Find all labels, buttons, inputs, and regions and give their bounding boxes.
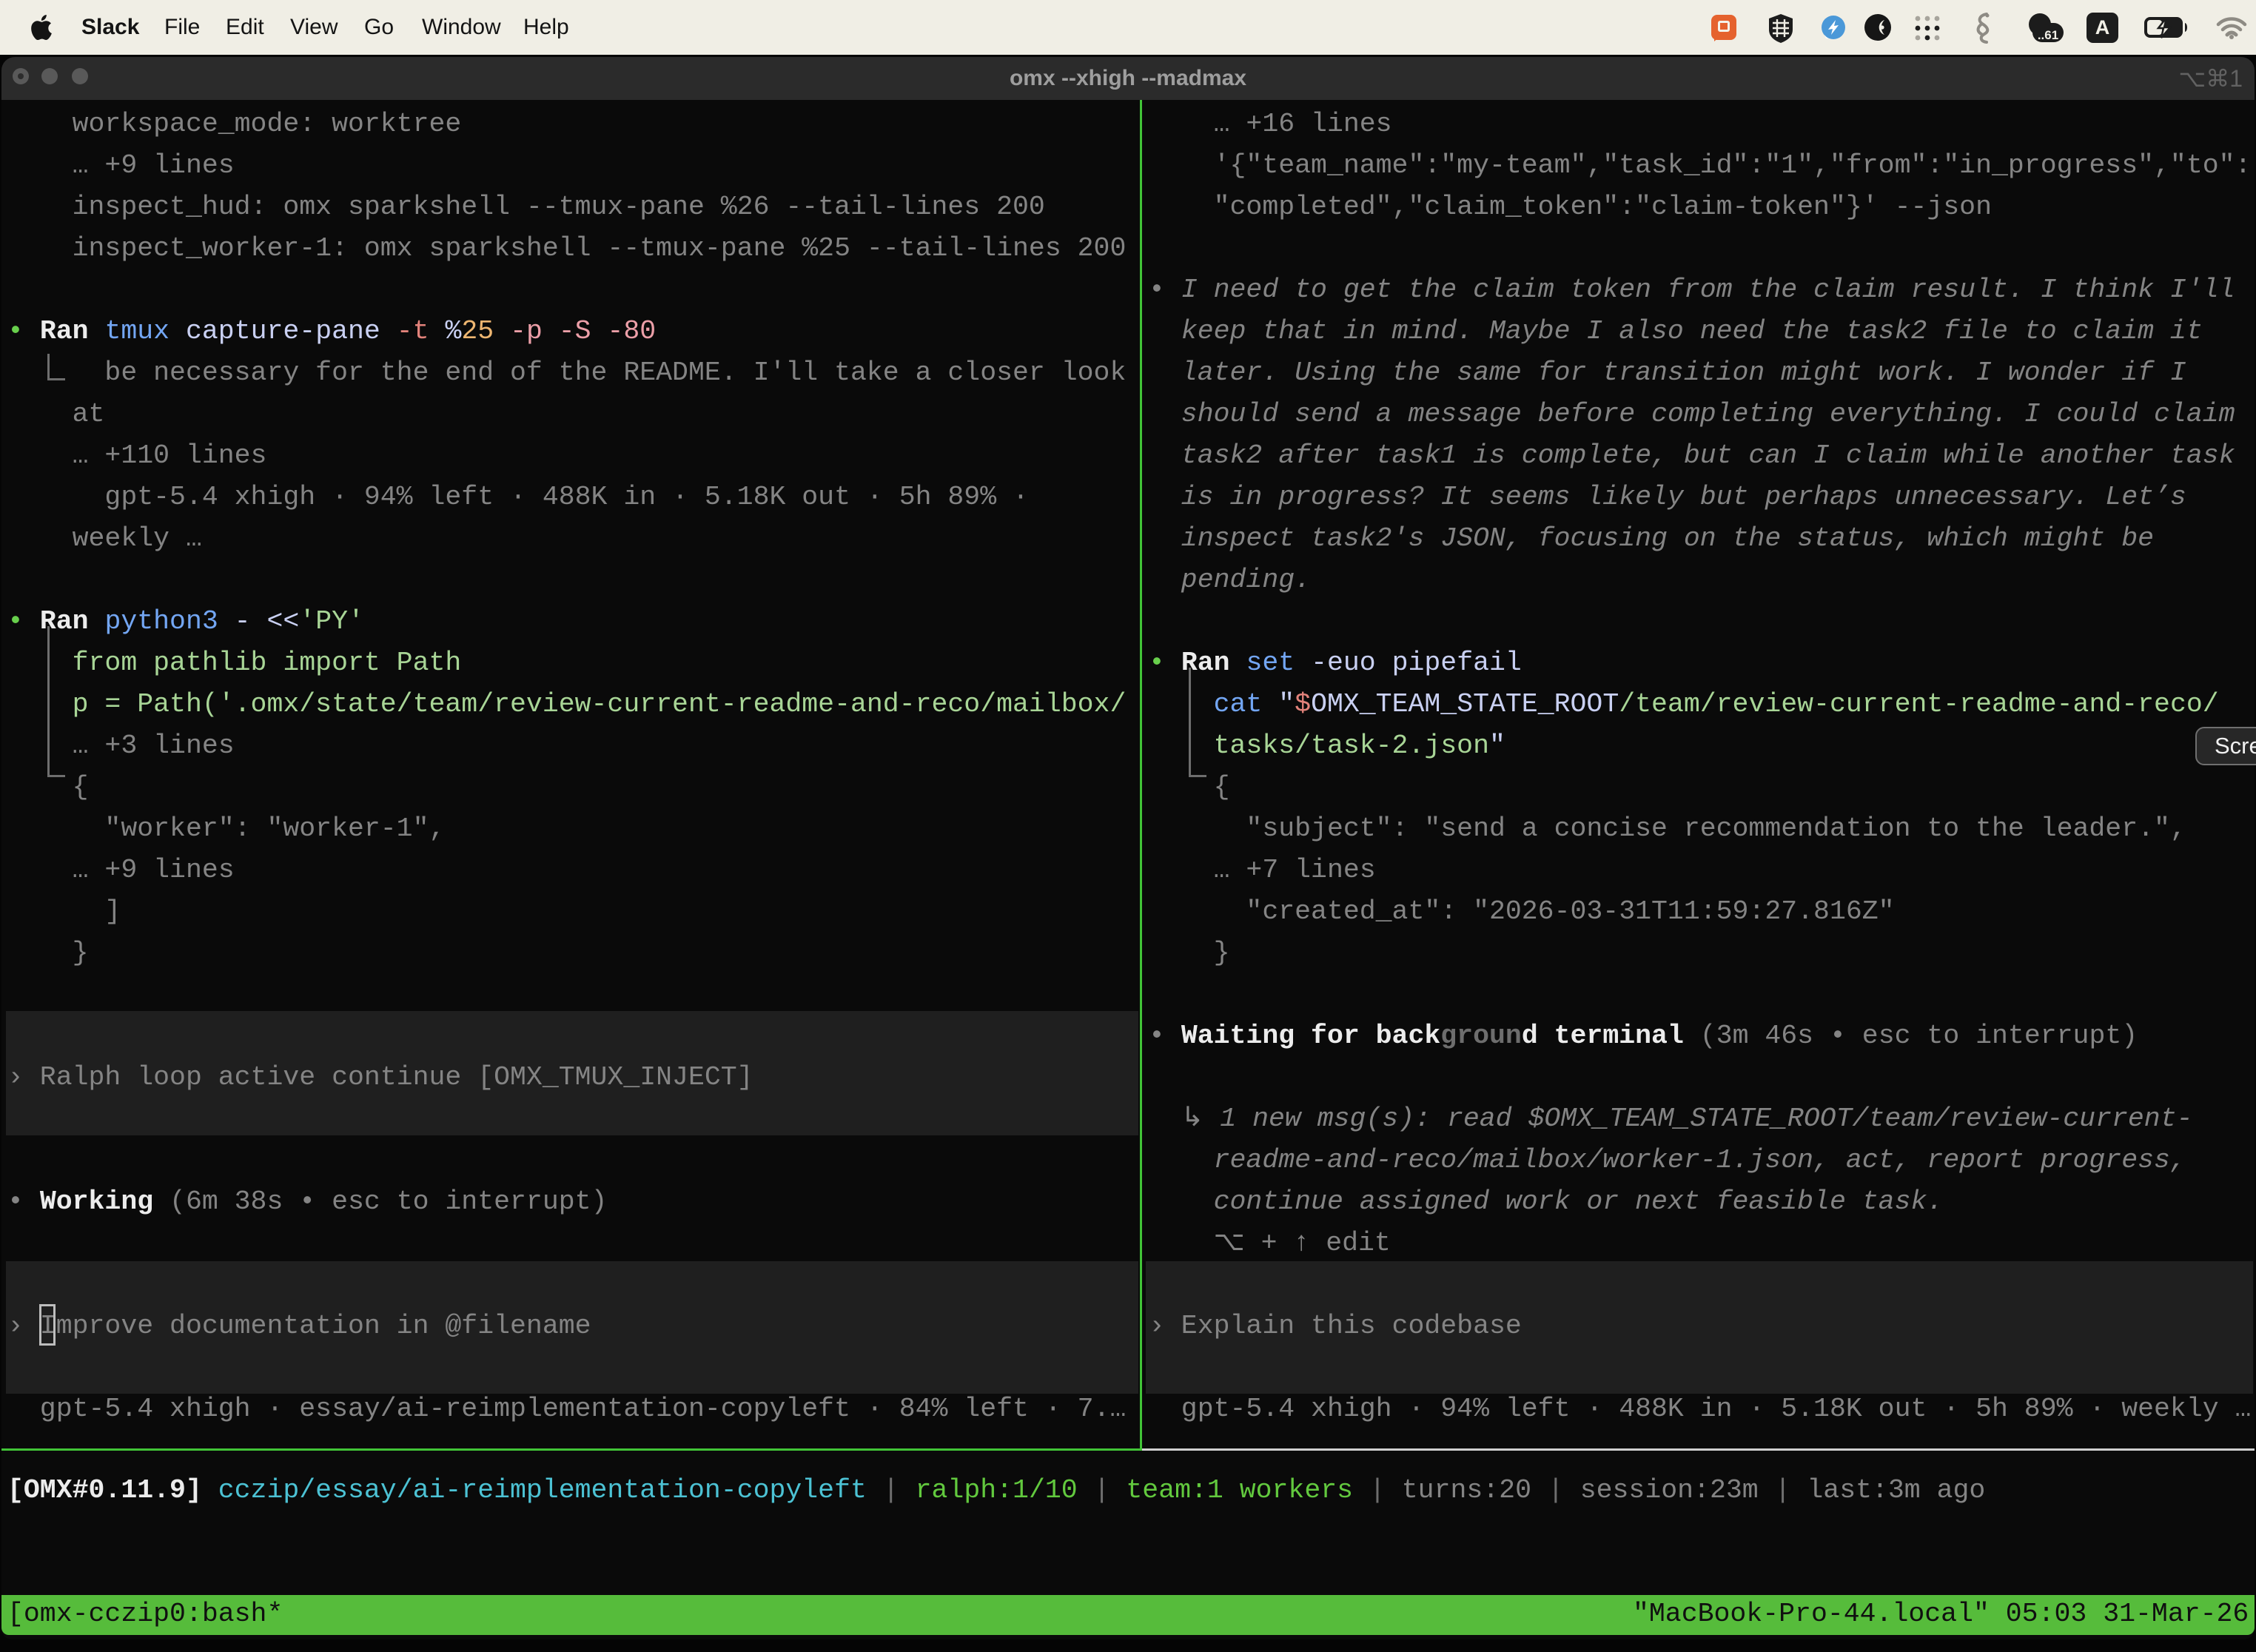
svg-text:..61: ..61 — [2038, 28, 2058, 42]
